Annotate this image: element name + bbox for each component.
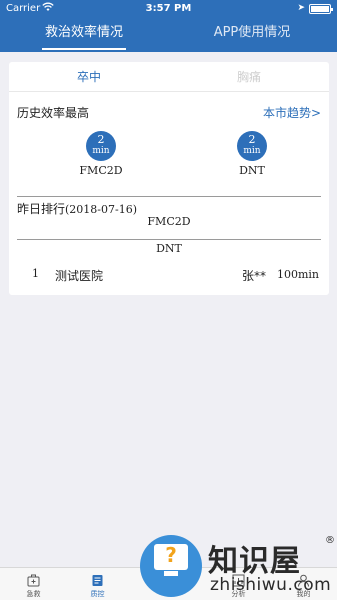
fmc2d-unit: min [92, 146, 110, 156]
first-aid-icon [27, 572, 40, 587]
tab-label: 急救 [26, 590, 41, 598]
tab-quality-control[interactable]: 质控 [64, 568, 131, 600]
watermark: ? 知识屋 ® zhishiwu.com [140, 527, 337, 600]
doctor-name: 张** [242, 269, 267, 283]
ranking-title-text: 昨日排行 [17, 202, 66, 216]
hospital-name: 测试医院 [55, 269, 104, 283]
duration: 100min [276, 268, 319, 281]
tab-first-aid[interactable]: 急救 [0, 568, 67, 600]
fmc2d-section-label: FMC2D [147, 215, 191, 228]
location-arrow-icon: ➤ [297, 3, 305, 13]
status-bar: Carrier 3:57 PM ➤ [0, 0, 337, 18]
top-bar: Carrier 3:57 PM ➤ 救治效率情况 APP使用情况 [0, 0, 337, 52]
fmc2d-label: FMC2D [79, 164, 123, 177]
tab-treatment-efficiency[interactable]: 救治效率情况 [0, 22, 168, 52]
city-trend-link[interactable]: 本市趋势> [263, 104, 321, 121]
dnt-section-label: DNT [156, 242, 182, 255]
quality-control-icon [91, 572, 104, 586]
efficiency-card: 卒中 胸痛 历史效率最高 本市趋势> 2 min 2 min FMC2D DNT… [9, 62, 329, 295]
ranking-row[interactable]: 1 测试医院 张** 100min [9, 267, 329, 287]
tab-stroke[interactable]: 卒中 [9, 68, 169, 85]
fmc2d-time-badge: 2 min [86, 131, 116, 161]
dnt-label: DNT [239, 164, 265, 177]
divider [17, 239, 321, 240]
registered-mark: ® [325, 535, 335, 546]
top-tabs: 救治效率情况 APP使用情况 [0, 22, 337, 52]
history-best-title: 历史效率最高 [17, 106, 90, 120]
tab-chest-pain[interactable]: 胸痛 [169, 68, 329, 85]
tab-label: 质控 [90, 590, 105, 598]
battery-icon [309, 4, 333, 14]
clock: 3:57 PM [145, 3, 192, 14]
question-mark-icon: ? [165, 543, 177, 567]
watermark-domain: zhishiwu.com [210, 575, 332, 595]
disease-tabs: 卒中 胸痛 [9, 62, 329, 92]
divider [17, 196, 321, 197]
dnt-unit: min [243, 146, 261, 156]
rank-index: 1 [32, 267, 39, 280]
tab-app-usage[interactable]: APP使用情况 [168, 22, 336, 52]
watermark-title: 知识屋 [208, 544, 301, 579]
dnt-time-badge: 2 min [237, 131, 267, 161]
monitor-stand [164, 571, 178, 576]
